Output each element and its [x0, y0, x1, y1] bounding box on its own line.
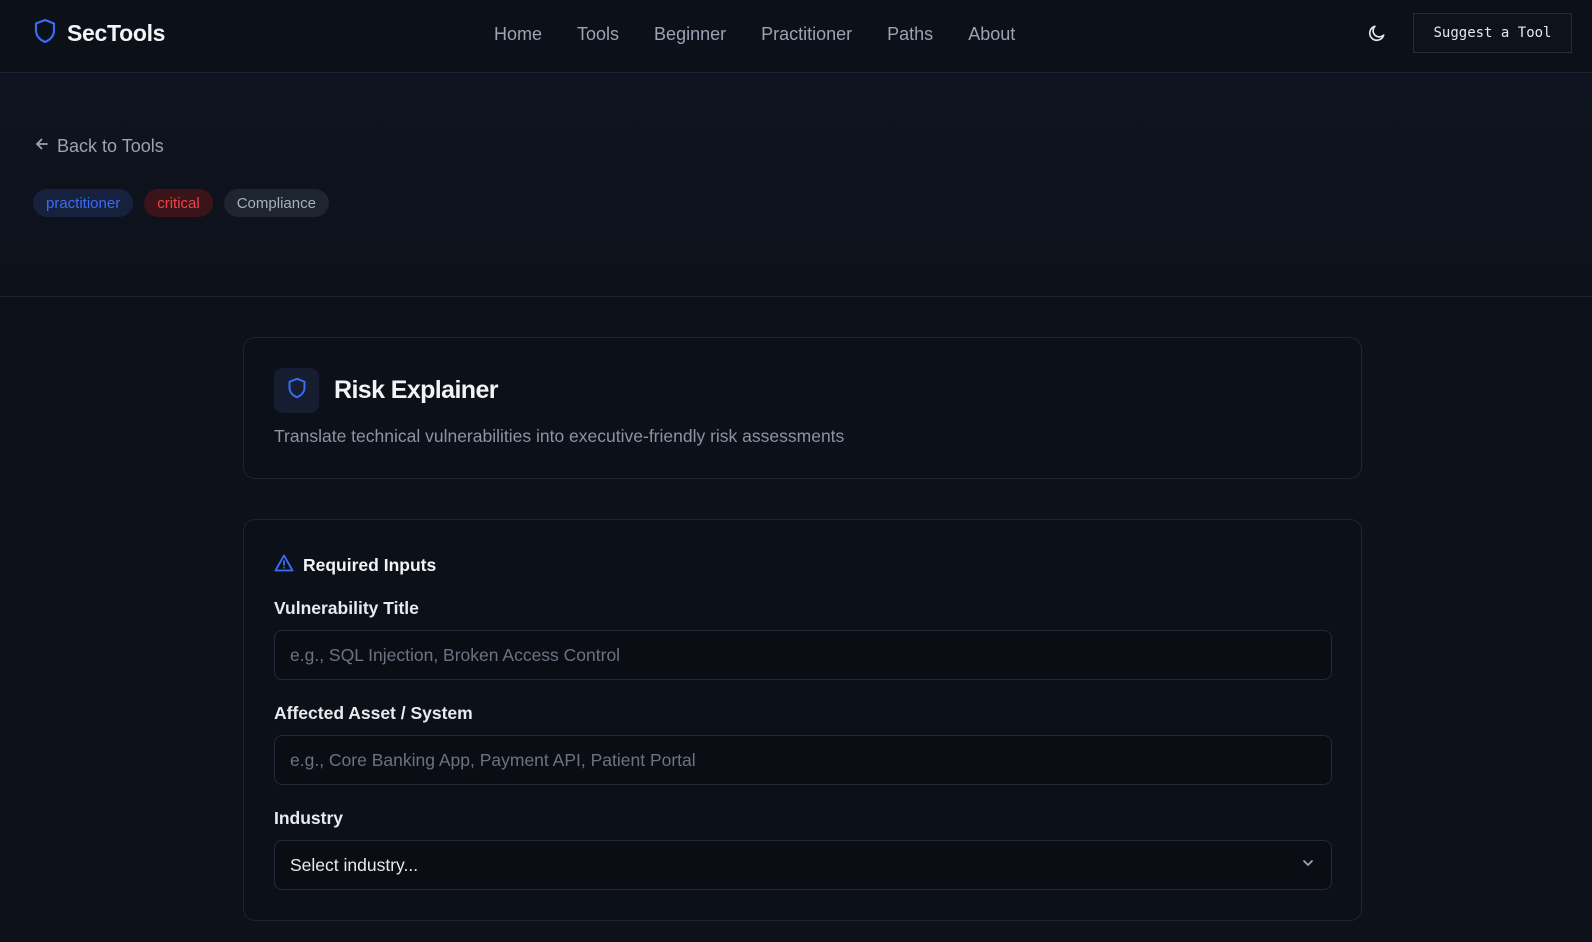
affected-asset-label: Affected Asset / System — [274, 703, 473, 723]
shield-icon — [33, 18, 57, 49]
suggest-tool-button[interactable]: Suggest a Tool — [1413, 13, 1572, 53]
nav-beginner[interactable]: Beginner — [654, 22, 726, 46]
section-heading: Required Inputs — [274, 554, 436, 577]
tool-icon-box — [274, 368, 319, 413]
brand-logo-link[interactable]: SecTools — [33, 18, 165, 49]
industry-selected-value: Select industry... — [290, 854, 419, 875]
back-link-label: Back to Tools — [57, 136, 164, 156]
tool-tags: practitioner critical Compliance — [33, 189, 329, 217]
nav-home[interactable]: Home — [494, 22, 542, 46]
warning-triangle-icon — [274, 554, 294, 577]
tool-description: Translate technical vulnerabilities into… — [274, 426, 845, 446]
industry-select[interactable]: Select industry... — [274, 840, 1332, 890]
level-badge: practitioner — [33, 189, 134, 217]
arrow-left-icon — [34, 136, 50, 157]
main-nav: Home Tools Beginner Practitioner Paths A… — [494, 22, 1015, 46]
shield-icon — [287, 377, 307, 404]
vulnerability-title-input[interactable] — [274, 630, 1332, 680]
back-to-tools-link[interactable]: Back to Tools — [34, 136, 164, 157]
nav-tools[interactable]: Tools — [577, 22, 619, 46]
section-title: Required Inputs — [303, 555, 437, 575]
brand-name: SecTools — [67, 20, 166, 46]
nav-practitioner[interactable]: Practitioner — [761, 22, 852, 46]
moon-icon — [1367, 23, 1387, 48]
required-inputs-card: Required Inputs Vulnerability Title Affe… — [243, 519, 1362, 921]
top-nav-bar: SecTools Home Tools Beginner Practitione… — [0, 0, 1592, 73]
page-title: Risk Explainer — [334, 376, 499, 404]
severity-badge: critical — [144, 189, 213, 217]
tool-header-card: Risk Explainer Translate technical vulne… — [243, 337, 1362, 479]
category-badge: Compliance — [223, 189, 329, 217]
nav-about[interactable]: About — [968, 22, 1015, 46]
nav-paths[interactable]: Paths — [887, 22, 933, 46]
industry-label: Industry — [274, 808, 344, 828]
theme-toggle-button[interactable] — [1364, 22, 1390, 48]
tool-hero: Back to Tools practitioner critical Comp… — [0, 74, 1592, 297]
affected-asset-input[interactable] — [274, 735, 1332, 785]
vulnerability-title-label: Vulnerability Title — [274, 598, 419, 618]
chevron-down-icon — [1300, 855, 1316, 876]
